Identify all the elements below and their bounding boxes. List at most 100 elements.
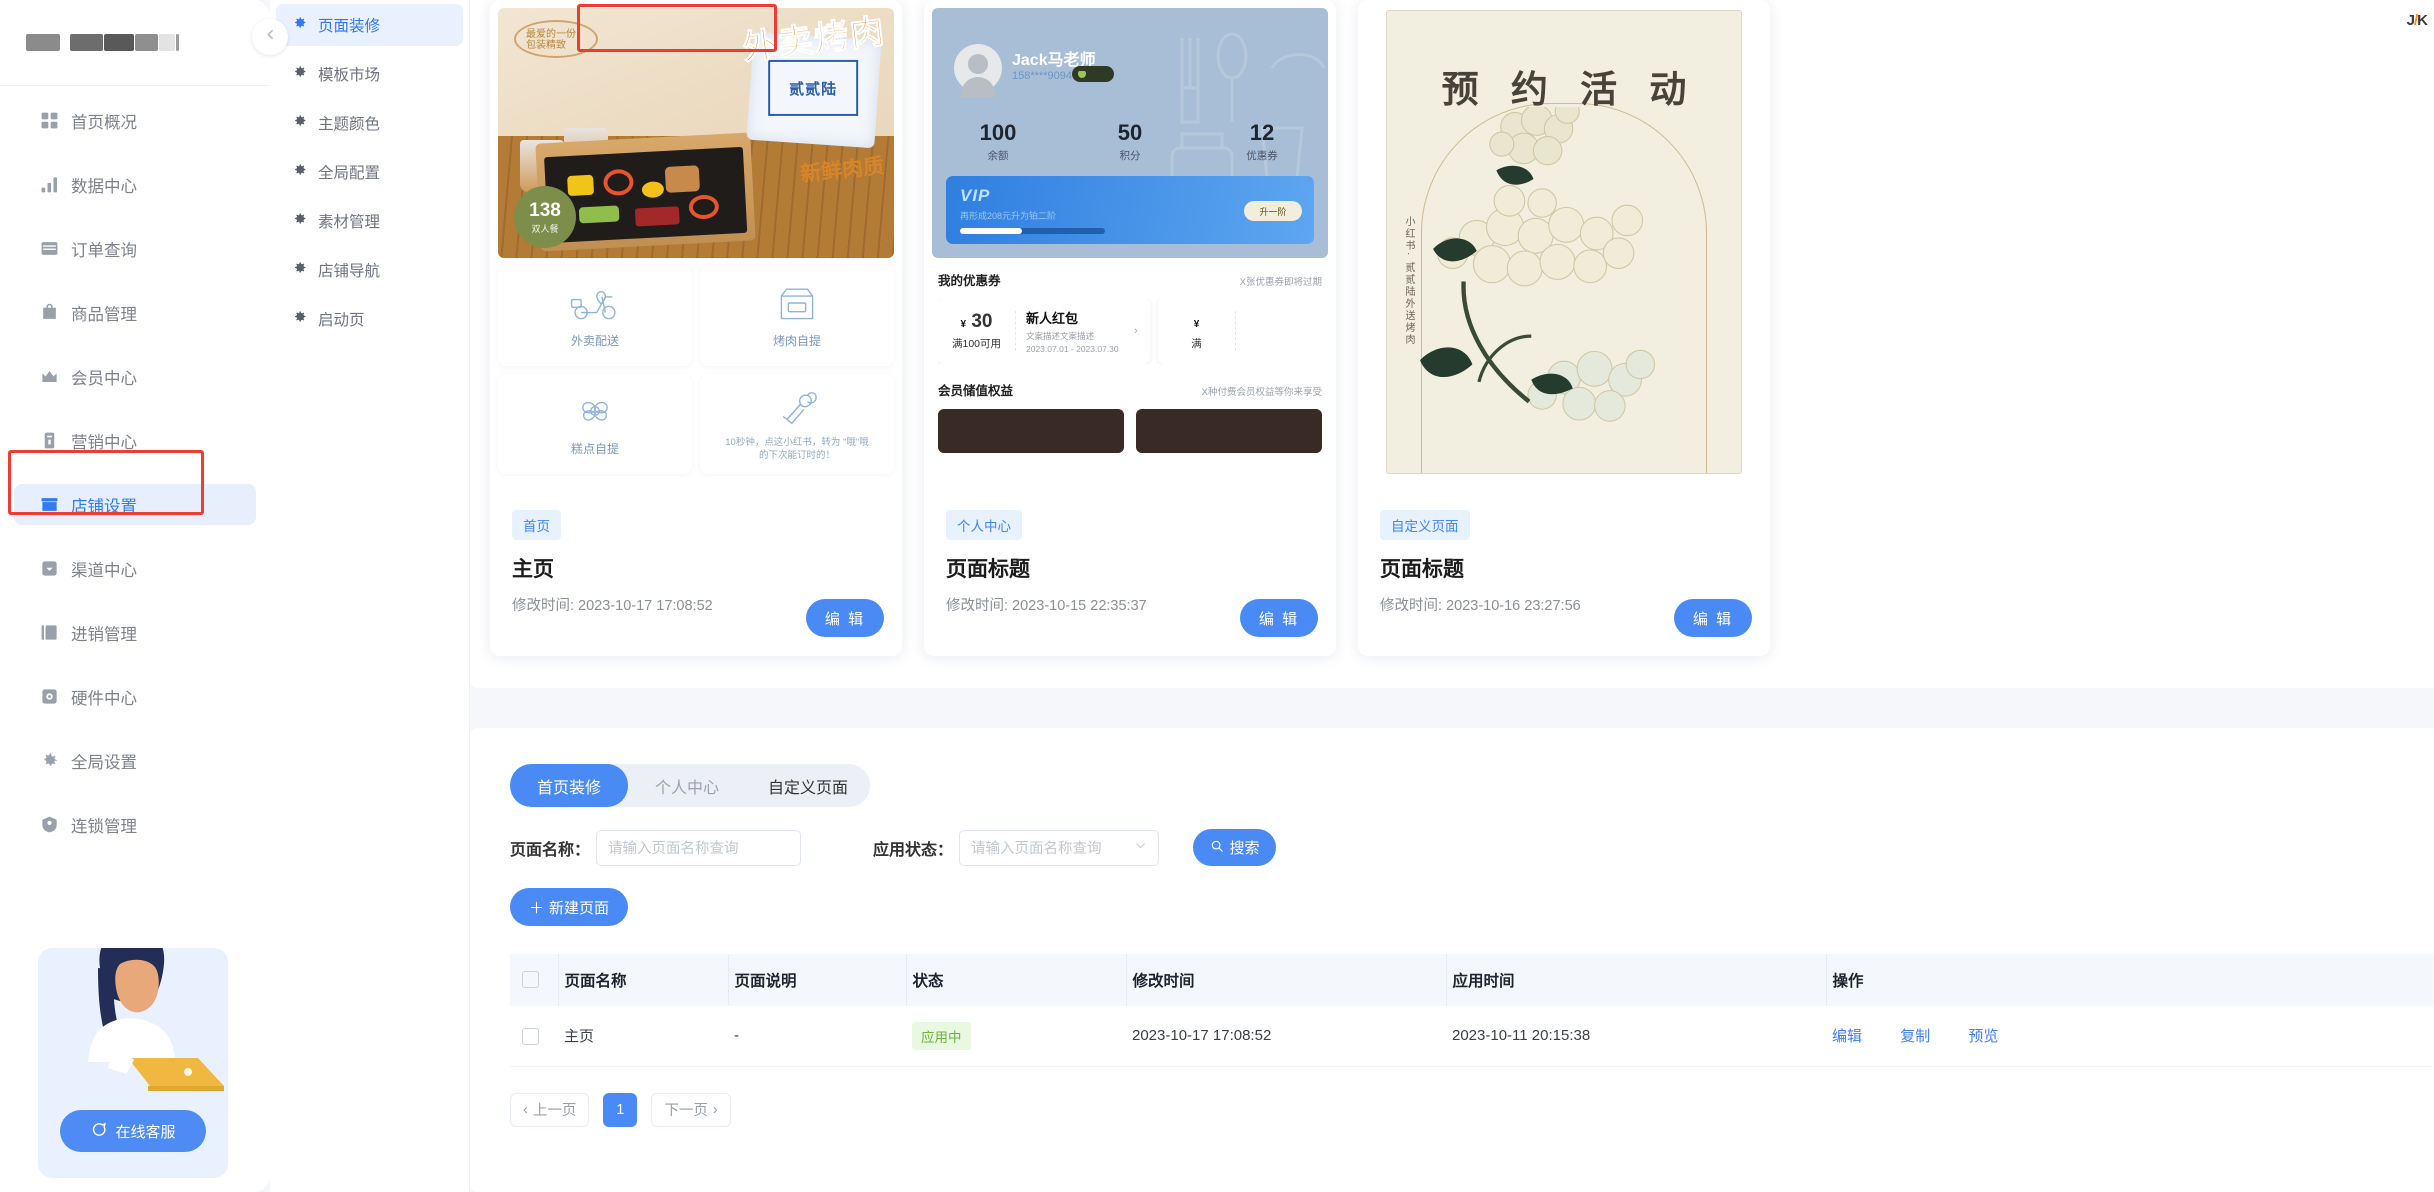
table-row[interactable]: 主页 - 应用中 2023-10-17 17:08:52 2023-10-11 … (510, 1006, 2433, 1067)
member-stat-label: 余额 (987, 150, 1009, 162)
page-card[interactable]: Jack马老师 158****9094 100 余额 50 积分 12 优惠券 … (924, 0, 1336, 656)
select-all-checkbox[interactable] (522, 971, 539, 989)
sidebar-item-channels[interactable]: 渠道中心 (14, 548, 256, 589)
status-badge: 应用中 (912, 1021, 971, 1050)
search-button[interactable]: 搜索 (1193, 829, 1277, 866)
gear-icon (292, 260, 307, 280)
row-action-copy[interactable]: 复制 (1900, 1028, 1930, 1045)
sidebar-nav: 首页概况 数据中心 订单查询 商品管理 会员中心 营销中心 店铺设置 渠道中心 … (0, 86, 270, 845)
coupon-section-title: 我的优惠券 (938, 274, 1001, 288)
reservation-poster-title: 预 约 活 动 (1441, 69, 1698, 110)
coupon-section: 我的优惠券 X张优惠券即将过期 ¥ 30 满100可用 新人红包 文案描述文案描… (924, 258, 1336, 364)
pagination-prev[interactable]: ‹ 上一页 (510, 1092, 590, 1127)
reservation-poster: 预 约 活 动 小红书· 贰贰陆外送烤肉 (1386, 10, 1742, 474)
tab-home-decoration[interactable]: 首页装修 (510, 764, 628, 807)
sidebar-item-label: 会员中心 (71, 369, 137, 388)
page-card-title: 主页 (512, 558, 554, 581)
page-card-edit-button[interactable]: 编 辑 (1674, 599, 1752, 637)
coupon-item: ¥ 30 满100可用 新人红包 文案描述文案描述 2023.07.01 - 2… (938, 298, 1150, 364)
gear-icon (292, 162, 307, 182)
channel-icon (40, 559, 59, 578)
member-stat-label: 积分 (1119, 150, 1141, 162)
tab-member-center[interactable]: 个人中心 (628, 764, 746, 807)
preview-tile-label: 外卖配送 (570, 334, 619, 348)
grid-icon (40, 111, 59, 130)
subnav-item-page-decoration[interactable]: 页面装修 (276, 4, 463, 46)
coupon-currency: ¥ (960, 319, 967, 330)
sidebar-item-orders[interactable]: 订单查询 (14, 228, 256, 269)
sidebar-item-store-settings[interactable]: 店铺设置 (14, 484, 256, 525)
main-content: J/K 贰贰陆 外卖烤肉 新鲜肉质 最爱的一份 包装精致 138 双人餐 外卖配… (470, 0, 2434, 1192)
cell-status: 应用中 (906, 1006, 1126, 1067)
online-service-button[interactable]: 在线客服 (60, 1110, 206, 1152)
sidebar-item-global-settings[interactable]: 全局设置 (14, 740, 256, 781)
subnav-item-theme-color[interactable]: 主题颜色 (276, 102, 463, 144)
page-card-preview-member: Jack马老师 158****9094 100 余额 50 积分 12 优惠券 … (924, 0, 1336, 492)
column-header-page-name: 页面名称 (558, 954, 729, 1006)
new-page-button[interactable]: ＋ 新建页面 (510, 888, 628, 926)
gear-icon (292, 15, 307, 35)
vip-progress-bar (960, 228, 1105, 234)
sidebar-item-hardware[interactable]: 硬件中心 (14, 676, 256, 717)
subnav-item-material-management[interactable]: 素材管理 (276, 200, 463, 242)
coupon-valid: 2023.07.01 - 2023.07.30 (1026, 344, 1119, 354)
page-name-field: 页面名称： 请输入页面名称查询 (510, 829, 802, 866)
scooter-icon (569, 283, 621, 326)
subnav-item-template-market[interactable]: 模板市场 (276, 53, 463, 95)
food-poster-stamp: 贰贰陆 (768, 59, 859, 116)
sidebar-item-products[interactable]: 商品管理 (14, 292, 256, 333)
page-card[interactable]: 预 约 活 动 小红书· 贰贰陆外送烤肉 自定义页面 页面标题 修改时间: 20… (1358, 0, 1770, 656)
member-section-title: 会员储值权益 (938, 384, 1014, 398)
flower-icon (569, 391, 621, 434)
sidebar-item-inventory[interactable]: 进销管理 (14, 612, 256, 653)
subnav-item-label: 主题颜色 (318, 116, 381, 133)
subnav-item-global-config[interactable]: 全局配置 (276, 151, 463, 193)
subnav-item-label: 页面装修 (318, 18, 381, 35)
status-select-value: 请输入页面名称查询 (971, 841, 1102, 857)
column-header-page-desc: 页面说明 (728, 954, 907, 1006)
sidebar-collapse-button[interactable] (252, 19, 288, 55)
page-name-input[interactable]: 请输入页面名称查询 (596, 829, 802, 866)
member-benefit-cards (938, 409, 1322, 453)
tab-custom-page[interactable]: 自定义页面 (746, 764, 870, 807)
page-card-meta: 自定义页面 页面标题 修改时间: 2023-10-16 23:27:56 编 辑 (1358, 492, 1770, 637)
brand-logo-redacted (26, 34, 179, 51)
row-action-preview[interactable]: 预览 (1968, 1028, 1998, 1045)
pagination-page-1[interactable]: 1 (603, 1092, 638, 1127)
chevron-right-icon: › (1134, 325, 1138, 337)
sidebar-item-home[interactable]: 首页概况 (14, 100, 256, 141)
coupon-currency: ¥ (1193, 319, 1200, 330)
chevron-left-icon: ‹ (523, 1101, 528, 1118)
secondary-sidebar: 页面装修 模板市场 主题颜色 全局配置 素材管理 店铺导航 启动页 (270, 0, 777, 1192)
pagination-next[interactable]: 下一页 › (651, 1092, 731, 1127)
coupon-name: 新人红包 (1026, 311, 1079, 326)
food-poster-price: 138 双人餐 (514, 186, 576, 248)
cell-actions: 编辑 复制 预览 (1826, 1006, 2433, 1067)
food-poster-price-sub: 双人餐 (531, 223, 559, 234)
member-benefit-section: 会员储值权益 X种付费会员权益等你来享受 (924, 364, 1336, 453)
sidebar-item-marketing[interactable]: 营销中心 (14, 420, 256, 461)
page-card[interactable]: 贰贰陆 外卖烤肉 新鲜肉质 最爱的一份 包装精致 138 双人餐 外卖配送 烤肉… (490, 0, 902, 656)
member-stat: 50 积分 (1064, 120, 1196, 164)
cell-apply-time: 2023-10-11 20:15:38 (1446, 1006, 1826, 1067)
page-card-edit-button[interactable]: 编 辑 (1240, 599, 1318, 637)
sidebar-item-label: 商品管理 (71, 305, 137, 324)
filter-bar: 页面名称： 请输入页面名称查询 应用状态： 请输入页面名称查询 搜索 (510, 829, 2433, 866)
subnav-item-label: 全局配置 (318, 165, 381, 182)
sidebar-item-members[interactable]: 会员中心 (14, 356, 256, 397)
page-card-edit-button[interactable]: 编 辑 (806, 599, 884, 637)
row-checkbox[interactable] (522, 1027, 539, 1045)
page-card-preview-home: 贰贰陆 外卖烤肉 新鲜肉质 最爱的一份 包装精致 138 双人餐 外卖配送 烤肉… (490, 0, 902, 492)
sidebar-item-data-center[interactable]: 数据中心 (14, 164, 256, 205)
sidebar-item-label: 硬件中心 (71, 689, 137, 708)
row-action-edit[interactable]: 编辑 (1832, 1028, 1862, 1045)
sidebar-item-chain-management[interactable]: 连锁管理 (14, 804, 256, 845)
sidebar-item-label: 渠道中心 (71, 561, 137, 580)
subnav-item-splash-page[interactable]: 启动页 (276, 298, 463, 340)
gear-icon (292, 211, 307, 231)
member-stat-value: 12 (1249, 120, 1275, 145)
store-icon (40, 495, 59, 514)
sidebar-item-label: 营销中心 (71, 433, 137, 452)
subnav-item-store-navigation[interactable]: 店铺导航 (276, 249, 463, 291)
status-select[interactable]: 请输入页面名称查询 (959, 829, 1160, 866)
